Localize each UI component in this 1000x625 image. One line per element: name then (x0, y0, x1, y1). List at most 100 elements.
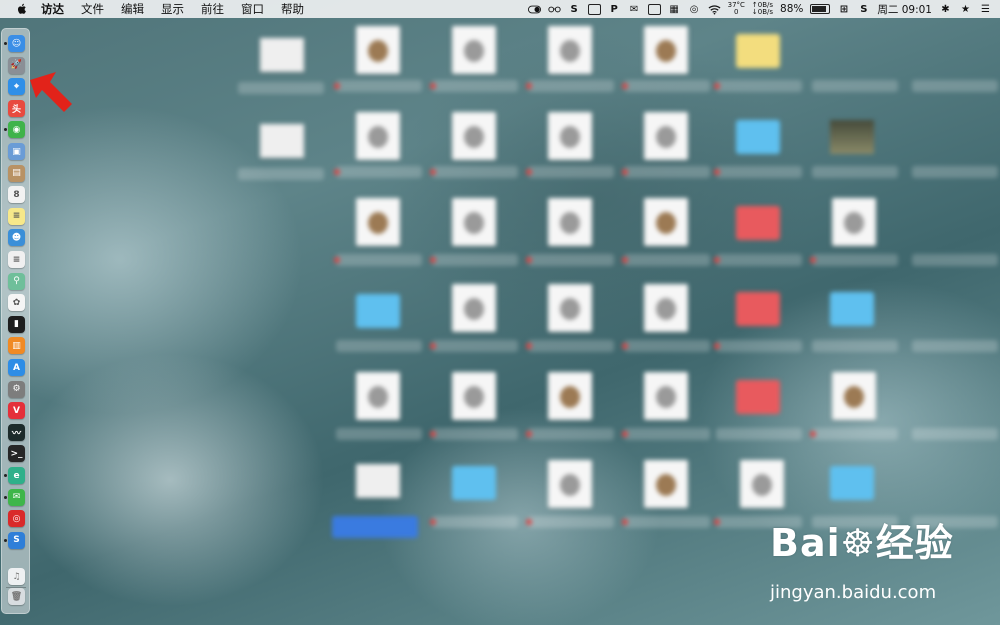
desktop-folder[interactable] (356, 284, 400, 332)
desktop-file-label (912, 428, 998, 440)
watermark-url: jingyan.baidu.com (770, 582, 937, 603)
dock-archive-icon[interactable]: ▤ (8, 164, 25, 182)
dock-music-folder-icon[interactable]: ♫ (8, 568, 25, 585)
desktop-folder[interactable] (830, 456, 874, 504)
desktop-file-label (622, 166, 710, 178)
desktop-file-label (334, 80, 422, 92)
dock-contacts-icon[interactable]: ☻ (8, 229, 25, 247)
desktop-file-screenshot[interactable] (260, 30, 304, 78)
desktop-file-document[interactable] (548, 460, 592, 508)
desktop-file-document[interactable] (548, 372, 592, 420)
desktop-file-label (912, 166, 998, 178)
desktop-file-label (912, 80, 998, 92)
dock-sogou-icon[interactable]: S (8, 531, 25, 549)
watermark-logo: Bai☸经验 (770, 521, 954, 565)
running-indicator (4, 42, 7, 45)
desktop-file-document[interactable] (832, 198, 876, 246)
desktop-file-document[interactable] (644, 372, 688, 420)
dock-textedit-icon[interactable]: ≡ (8, 251, 25, 268)
desktop-file-label (334, 254, 422, 266)
dock-wechat-icon[interactable]: ✉ (8, 488, 25, 506)
desktop-file-label (810, 428, 898, 440)
desktop-file-document[interactable] (740, 460, 784, 508)
dock-browser-green-icon[interactable]: e (8, 467, 25, 484)
desktop-folder[interactable] (736, 370, 780, 418)
dock-notes-icon[interactable]: ≡ (8, 207, 25, 225)
desktop-file-label (622, 340, 710, 352)
desktop-file-label (714, 80, 802, 92)
dock-launchpad-icon[interactable]: 🚀 (8, 56, 25, 74)
desktop-file-document[interactable] (452, 284, 496, 332)
desktop-folder[interactable] (736, 282, 780, 330)
desktop-folder[interactable] (736, 196, 780, 244)
dock-finder-icon[interactable]: ☺ (8, 35, 25, 52)
desktop-file-document[interactable] (452, 26, 496, 74)
desktop-file-label (622, 254, 710, 266)
desktop-file-document[interactable] (548, 112, 592, 160)
desktop-file-label (430, 428, 518, 440)
baidu-jingyan-watermark: Bai☸经验 jingyan.baidu.com (770, 512, 990, 607)
dock-terminal-green-icon[interactable]: ▮ (8, 315, 25, 333)
desktop-file-label (622, 428, 710, 440)
desktop-file-document[interactable] (356, 112, 400, 160)
desktop-file-document[interactable] (644, 112, 688, 160)
red-arrow-annotation (30, 72, 72, 112)
dock-map-tool-icon[interactable]: ⚲ (8, 272, 25, 290)
desktop-file-document[interactable] (356, 26, 400, 74)
desktop-file-document[interactable] (548, 26, 592, 74)
desktop-file-label (812, 166, 898, 178)
dock-preview-icon[interactable]: ▣ (8, 143, 25, 160)
desktop-file-label (526, 340, 614, 352)
desktop-file-photo[interactable] (830, 110, 874, 158)
desktop-file-screenshot[interactable] (356, 456, 400, 504)
desktop-file-document[interactable] (644, 198, 688, 246)
dock-vivaldi-icon[interactable]: V (8, 402, 25, 420)
desktop-file-label (526, 166, 614, 178)
desktop-file-document[interactable] (356, 372, 400, 420)
desktop-file-label (430, 340, 518, 352)
desktop-file-label (526, 516, 614, 528)
desktop-file-document[interactable] (644, 284, 688, 332)
running-indicator (4, 495, 7, 499)
dock-terminal-icon[interactable]: >_ (8, 445, 25, 463)
dock-android-tool-icon[interactable]: ◉ (8, 121, 25, 139)
desktop-folder[interactable] (736, 24, 780, 72)
dock-calendar-icon[interactable]: 8 (8, 186, 25, 204)
desktop-file-label (526, 254, 614, 266)
desktop-file-label (812, 340, 898, 352)
desktop-file-label (912, 254, 998, 266)
dock-app-store-icon[interactable]: A (8, 359, 25, 376)
dock-system-preferences-icon[interactable]: ⚙ (8, 380, 25, 398)
dock-trash-icon[interactable]: 🗑 (8, 588, 25, 605)
desktop-file-label (714, 340, 802, 352)
dock-toutiao-icon[interactable]: 头 (8, 99, 25, 117)
desktop-file-label (430, 254, 518, 266)
dock-safari-icon[interactable]: ⌖ (8, 78, 25, 96)
desktop-file-label (812, 80, 898, 92)
desktop-file-document[interactable] (548, 284, 592, 332)
dock-photos-icon[interactable]: ✿ (8, 294, 25, 312)
desktop-file-document[interactable] (548, 198, 592, 246)
desktop-folder[interactable] (736, 110, 780, 158)
dock-netease-music-icon[interactable]: ◎ (8, 510, 25, 528)
desktop-file-document[interactable] (356, 198, 400, 246)
desktop-file-document[interactable] (452, 372, 496, 420)
desktop-folder[interactable] (452, 456, 496, 504)
desktop-file-label (622, 80, 710, 92)
desktop-file-screenshot[interactable] (260, 116, 304, 164)
desktop-folder[interactable] (830, 282, 874, 330)
desktop-file-document[interactable] (452, 112, 496, 160)
desktop-file-document[interactable] (832, 372, 876, 420)
desktop-file-label (430, 516, 518, 528)
desktop-file-label (526, 80, 614, 92)
desktop-file-document[interactable] (644, 26, 688, 74)
desktop-file-label (716, 428, 802, 440)
dock-books-icon[interactable]: ▥ (8, 337, 25, 355)
running-indicator (4, 538, 7, 542)
dock-activity-monitor-icon[interactable]: 〰 (8, 423, 25, 441)
desktop-file-document[interactable] (644, 460, 688, 508)
desktop-file-document[interactable] (452, 198, 496, 246)
desktop-file-label (238, 82, 324, 94)
desktop-file-label (912, 340, 998, 352)
running-indicator (4, 474, 7, 477)
